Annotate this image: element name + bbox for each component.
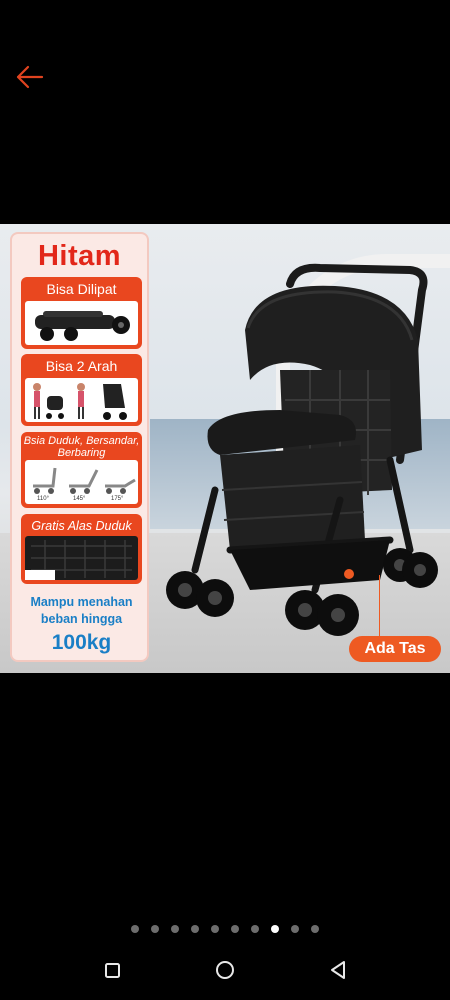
feature-panel: Hitam Bisa Dilipat Bisa 2 Arah Bsia Dudu…: [10, 232, 149, 662]
two-way-illustration: [25, 378, 138, 422]
system-navbar: [0, 955, 450, 985]
folded-stroller-illustration: [25, 301, 138, 345]
carousel-dot[interactable]: [311, 925, 319, 933]
carousel-dot[interactable]: [191, 925, 199, 933]
feature-label: Bisa 2 Arah: [45, 358, 118, 374]
home-icon: [216, 961, 234, 979]
capacity-line1: Mampu menahan: [30, 595, 133, 609]
carousel-dot[interactable]: [171, 925, 179, 933]
carousel-indicator: [0, 925, 450, 933]
callout-line: [379, 575, 380, 637]
color-title: Hitam: [37, 240, 122, 272]
capacity-line2: beban hingga: [40, 612, 123, 626]
carousel-dot[interactable]: [251, 925, 259, 933]
back-button[interactable]: [14, 62, 46, 92]
feature-label: Gratis Alas Duduk: [31, 519, 132, 533]
feature-two-way: Bisa 2 Arah: [21, 354, 142, 426]
feature-free-seat-pad: Gratis Alas Duduk: [21, 514, 142, 584]
capacity-value: 100kg: [51, 631, 112, 654]
carousel-dot[interactable]: [231, 925, 239, 933]
stroller-image: [166, 263, 438, 636]
carousel-dot[interactable]: [131, 925, 139, 933]
feature-recline: Bsia Duduk, Bersandar, Berbaring 110° 14…: [21, 432, 142, 508]
arrow-left-icon: [16, 65, 44, 89]
nav-back-button[interactable]: [318, 955, 358, 985]
home-button[interactable]: [205, 955, 245, 985]
angle-label: 175°: [111, 496, 124, 502]
angle-label: 145°: [73, 496, 86, 502]
seat-pad-illustration: [25, 536, 138, 580]
recline-illustration: 110° 145° 175°: [25, 460, 138, 504]
carousel-dot[interactable]: [271, 925, 279, 933]
bag-callout: Ada Tas: [349, 636, 441, 662]
recent-apps-button[interactable]: [92, 955, 132, 985]
back-triangle-icon: [331, 961, 345, 979]
feature-label: Bisa Dilipat: [46, 281, 117, 297]
carousel-dot[interactable]: [291, 925, 299, 933]
callout-marker: [344, 569, 354, 579]
angle-label: 110°: [37, 496, 49, 502]
recent-apps-icon: [105, 963, 120, 978]
feature-foldable: Bisa Dilipat: [21, 277, 142, 349]
carousel-dot[interactable]: [211, 925, 219, 933]
feature-label: Bsia Duduk, Bersandar, Berbaring: [23, 435, 140, 459]
carousel-dot[interactable]: [151, 925, 159, 933]
capacity-info: Mampu menahan beban hingga 100kg: [21, 594, 142, 656]
